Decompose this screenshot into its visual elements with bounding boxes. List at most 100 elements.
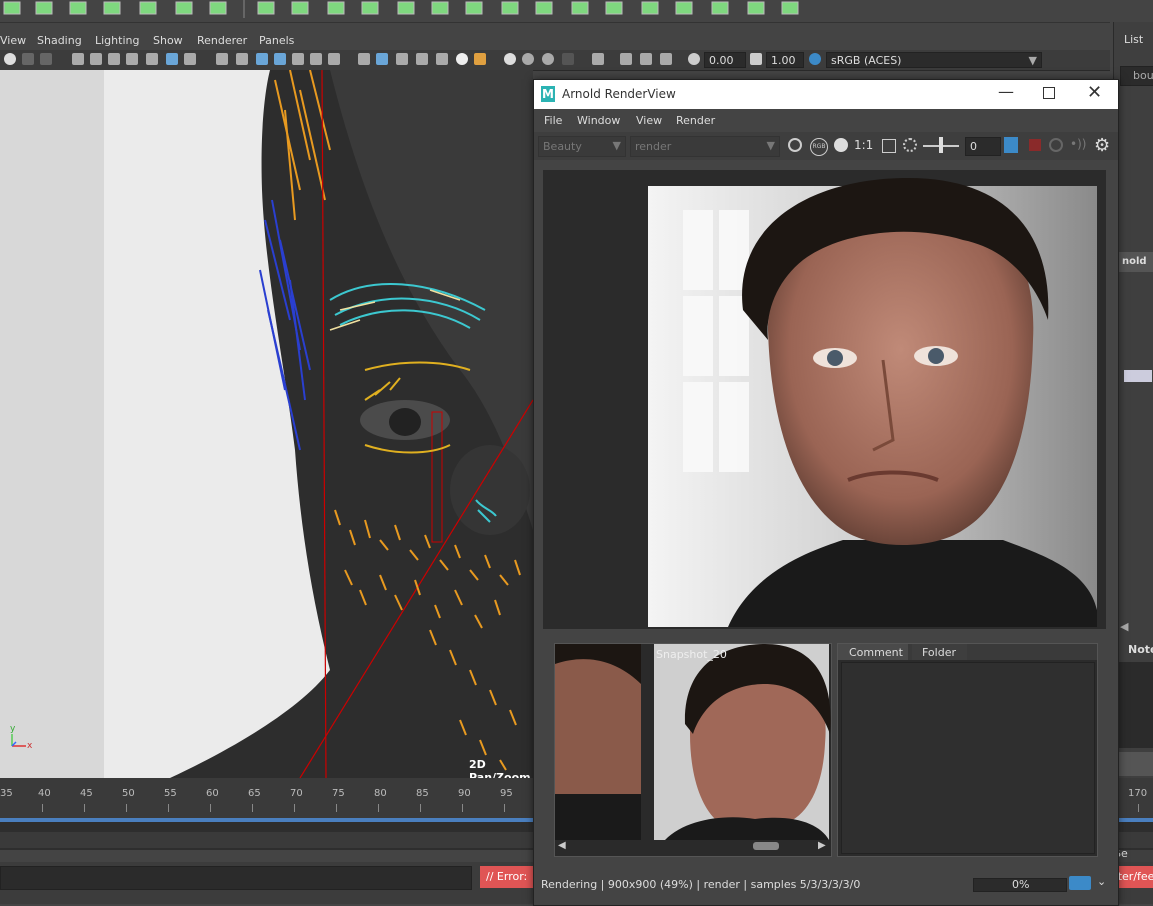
image-plane-icon[interactable] — [72, 53, 84, 65]
log-icon[interactable] — [1004, 137, 1018, 153]
bookmark-icon[interactable] — [40, 53, 52, 65]
channel-icon[interactable] — [788, 138, 802, 152]
list-menu[interactable]: List — [1124, 33, 1143, 46]
shadows-icon[interactable] — [310, 53, 322, 65]
rgb-icon[interactable]: RGB — [810, 138, 828, 156]
motion-blur-icon[interactable] — [504, 53, 516, 65]
tear-off-icon[interactable] — [660, 53, 672, 65]
xray-components-icon[interactable] — [416, 53, 428, 65]
frame-icon[interactable] — [882, 139, 896, 153]
film-gate-icon[interactable] — [146, 53, 158, 65]
arnold-menubar: File Window View Render — [534, 110, 1118, 132]
camera-panel-icon[interactable] — [640, 53, 652, 65]
2d-pan-zoom-icon[interactable] — [90, 53, 102, 65]
tick-label: 35 — [0, 788, 13, 799]
render-canvas[interactable] — [543, 170, 1106, 629]
tab-comment[interactable]: Comment — [838, 644, 908, 660]
exposure-icon[interactable] — [688, 53, 700, 65]
rerender-icon[interactable] — [1049, 138, 1063, 152]
menu-view[interactable]: View — [636, 114, 662, 127]
menu-shading[interactable]: Shading — [37, 34, 82, 47]
arnold-toolbar: Beauty ▼ render ▼ RGB 1:1 0 •)) ⚙ — [534, 132, 1118, 160]
viewport-20-icon[interactable] — [592, 53, 604, 65]
progress-label: 0% — [1012, 878, 1030, 891]
xray-joints-icon[interactable] — [396, 53, 408, 65]
tab-folder[interactable]: Folder — [912, 644, 967, 660]
snapshot-info-panel: Comment Folder — [837, 643, 1098, 857]
exposure-slider-handle[interactable] — [939, 137, 943, 153]
refresh-icon[interactable] — [903, 138, 917, 152]
chevron-down-icon: ▼ — [766, 139, 775, 152]
tick-label: 40 — [38, 788, 51, 799]
select-camera-icon[interactable] — [4, 53, 16, 65]
menu-renderer[interactable]: Renderer — [197, 34, 247, 47]
menu-panels[interactable]: Panels — [259, 34, 294, 47]
smooth-shade-icon[interactable] — [236, 53, 248, 65]
menu-lighting[interactable]: Lighting — [95, 34, 139, 47]
axis-x-label: x — [27, 741, 33, 751]
mel-input[interactable] — [0, 866, 472, 890]
wireframe-on-shaded-icon[interactable] — [256, 53, 268, 65]
camera-attributes-icon[interactable] — [22, 53, 34, 65]
isolate-icon[interactable] — [358, 53, 370, 65]
menu-file[interactable]: File — [544, 114, 562, 127]
menu-show[interactable]: Show — [153, 34, 183, 47]
menu-render[interactable]: Render — [676, 114, 715, 127]
eye-icon[interactable] — [1069, 876, 1091, 890]
checker-icon[interactable] — [436, 53, 448, 65]
gamma-icon[interactable] — [750, 53, 762, 65]
scroll-left-icon[interactable]: ◀ — [558, 840, 566, 851]
lights-icon[interactable] — [292, 53, 304, 65]
text-icon[interactable] — [328, 53, 340, 65]
shelf-icons[interactable] — [0, 0, 810, 22]
exposure-field[interactable]: 0 — [965, 137, 1001, 156]
resolution-gate-icon[interactable] — [166, 53, 178, 65]
gamma-field[interactable]: 1.00 — [766, 52, 804, 68]
snapshot-strip[interactable]: Snapshot_20 ◀ ▶ — [554, 643, 832, 857]
menu-view[interactable]: View — [0, 34, 26, 47]
panel-layout-icon[interactable] — [620, 53, 632, 65]
attribute-slider[interactable] — [1124, 370, 1152, 382]
menu-window[interactable]: Window — [577, 114, 620, 127]
maximize-icon[interactable] — [1043, 87, 1055, 99]
ambient-occlusion-icon[interactable] — [522, 53, 534, 65]
gate-mask-icon[interactable] — [184, 53, 196, 65]
grease-pencil-icon[interactable] — [108, 53, 120, 65]
shelf-bar — [0, 0, 1110, 23]
ratio-button[interactable]: 1:1 — [854, 138, 873, 152]
notes-button[interactable] — [1118, 752, 1153, 776]
light-bulb-icon[interactable] — [456, 53, 468, 65]
notes-field[interactable] — [1118, 662, 1153, 748]
stop-icon[interactable] — [1029, 139, 1041, 151]
xray-icon[interactable] — [376, 53, 388, 65]
close-icon[interactable]: ✕ — [1087, 82, 1102, 103]
scroll-left-icon[interactable]: ◀ — [1120, 620, 1128, 633]
comment-textarea[interactable] — [841, 662, 1095, 854]
ipr-icon[interactable]: •)) — [1070, 137, 1086, 151]
camera-dropdown[interactable]: render ▼ — [630, 136, 780, 157]
gear-icon[interactable]: ⚙ — [1094, 135, 1110, 156]
section-header[interactable]: nold — [1114, 252, 1153, 272]
aov-dropdown[interactable]: Beauty ▼ — [538, 136, 626, 157]
particles-icon[interactable] — [474, 53, 486, 65]
tab-bar: Comment Folder — [838, 644, 1097, 660]
grid-icon[interactable] — [126, 53, 138, 65]
exposure-field[interactable]: 0.00 — [704, 52, 746, 68]
tick-label-end: 170 — [1128, 788, 1148, 799]
hud-pan-zoom-label: 2D Pan/Zoom — [469, 758, 531, 778]
chevron-down-icon: ▼ — [612, 139, 621, 152]
error-line[interactable]: // Error: — [480, 866, 540, 888]
node-name-field[interactable]: bou — [1120, 66, 1153, 86]
textured-icon[interactable] — [274, 53, 286, 65]
scroll-right-icon[interactable]: ▶ — [818, 840, 826, 851]
display-icon[interactable] — [834, 138, 848, 152]
anti-aliasing-icon[interactable] — [542, 53, 554, 65]
chevron-down-icon[interactable]: ⌄ — [1097, 875, 1106, 888]
minimize-icon[interactable]: — — [998, 82, 1014, 101]
window-titlebar[interactable]: M Arnold RenderView — ✕ — [534, 80, 1118, 109]
viewport[interactable]: y x 2D Pan/Zoom — [0, 70, 533, 778]
colorspace-dropdown[interactable]: sRGB (ACES) ▼ — [826, 52, 1042, 68]
depth-of-field-icon[interactable] — [562, 53, 574, 65]
color-management-icon[interactable] — [809, 53, 821, 65]
wireframe-icon[interactable] — [216, 53, 228, 65]
